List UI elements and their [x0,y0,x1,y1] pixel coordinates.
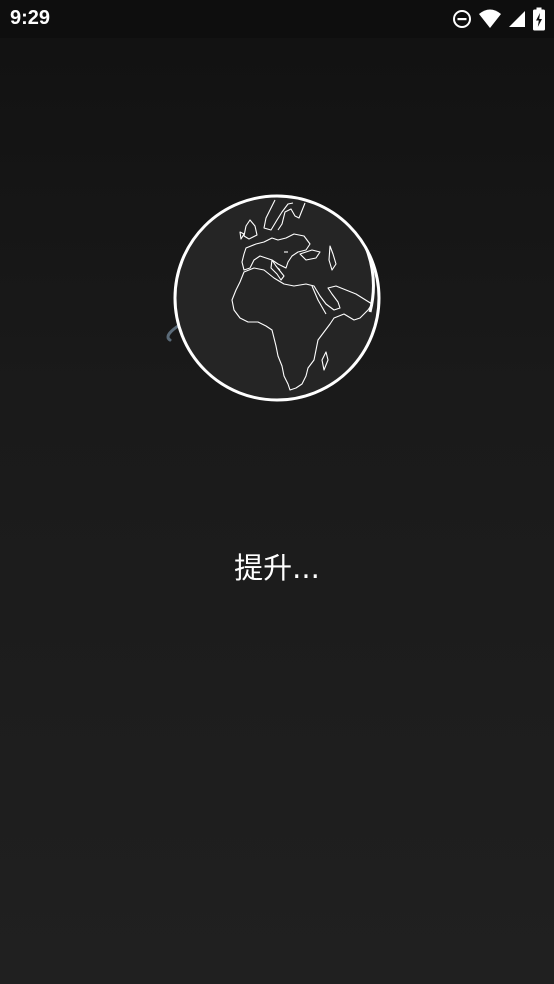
status-time: 9:29 [10,7,51,29]
globe-icon [173,194,381,402]
status-icons [452,7,546,31]
loading-globe [160,190,390,410]
wifi-icon [478,9,502,29]
do-not-disturb-icon [452,9,472,29]
status-bar: 9:29 [0,0,554,38]
battery-charging-icon [532,7,546,31]
cellular-signal-icon [508,10,526,28]
loading-status-text: 提升... [234,551,320,585]
